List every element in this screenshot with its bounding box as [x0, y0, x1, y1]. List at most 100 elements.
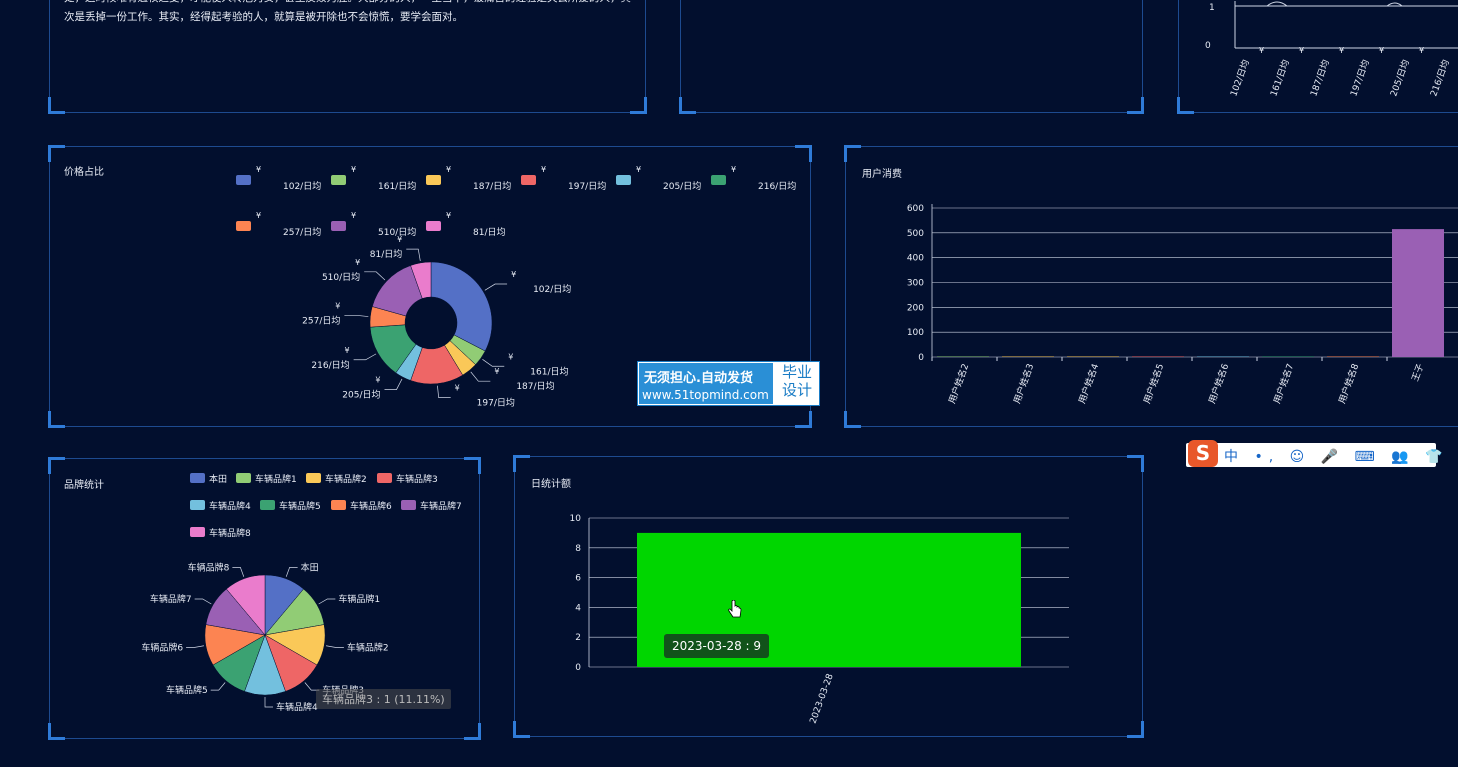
ime-toolbar[interactable]: S 中 •, ☺ 🎤 ⌨ 👥 👕 简 ▦: [1186, 440, 1458, 467]
slice-currency: ¥: [335, 301, 340, 310]
label-leader: [264, 697, 273, 708]
slice-label: 车辆品牌1: [338, 593, 380, 605]
slice-label: 205/日均: [342, 389, 380, 401]
legend-label: 车辆品牌3: [396, 473, 438, 485]
label-leader: [318, 598, 336, 605]
legend-swatch: [426, 175, 441, 185]
slice-currency: ¥: [511, 270, 516, 279]
legend-label: 车辆品牌6: [350, 500, 392, 512]
label-leader: [186, 645, 205, 648]
x-tick-label: 216/日均: [1427, 58, 1451, 98]
slice-label: 161/日均: [530, 365, 568, 377]
x-tick-currency: ¥: [1299, 46, 1304, 55]
label-leader: [482, 359, 505, 367]
legend-swatch: [190, 527, 205, 537]
legend-swatch: [331, 221, 346, 231]
y-tick-label: 400: [907, 254, 924, 264]
slice-label: 车辆品牌2: [347, 642, 389, 654]
legend-label: 车辆品牌2: [325, 473, 367, 485]
legend-swatch: [190, 500, 205, 510]
x-tick-label: 187/日均: [1307, 58, 1331, 98]
top-middle-panel: [679, 0, 1144, 114]
legend-swatch: [236, 221, 251, 231]
legend-label: 187/日均: [473, 180, 511, 192]
legend-label: 216/日均: [758, 180, 796, 192]
daily-tooltip: 2023-03-28 : 9: [664, 634, 770, 658]
slice-label: 257/日均: [302, 314, 340, 326]
y-tick-label: 4: [575, 603, 581, 613]
donut-slice: [430, 261, 493, 352]
label-leader: [232, 566, 245, 577]
x-tick-label: 用户姓名4: [1076, 362, 1102, 406]
watermark-banner[interactable]: 无须担心.自动发货 www.51topmind.com 毕业 设计: [637, 361, 820, 406]
legend-label: 81/日均: [473, 226, 506, 238]
slice-label: 187/日均: [516, 380, 554, 392]
legend-swatch: [377, 473, 392, 483]
top-right-panel: 1 0 102/日均 ¥161/日均 ¥187/日均 ¥197/日均 ¥205/日均 ¥2…: [1177, 0, 1458, 114]
x-tick-label: 用户姓名2: [946, 362, 972, 405]
legend-currency: ¥: [446, 211, 451, 220]
legend-currency: ¥: [731, 165, 736, 174]
legend-swatch: [711, 175, 726, 185]
slice-currency: ¥: [455, 384, 460, 393]
slice-currency: ¥: [355, 258, 360, 267]
watermark-left: 无须担心.自动发货 www.51topmind.com: [639, 363, 773, 404]
label-leader: [344, 314, 369, 317]
slice-label: 197/日均: [477, 397, 515, 409]
daily-bar-chart: 0 2 4 6 8 10 2023-03-28: [570, 514, 1069, 725]
watermark-line2: www.51topmind.com: [642, 388, 769, 402]
label-leader: [470, 371, 491, 382]
slice-label: 本田: [301, 561, 319, 573]
label-leader: [384, 378, 403, 390]
watermark-side2: 设计: [781, 381, 812, 399]
slice-label: 216/日均: [311, 359, 349, 371]
legend-swatch: [306, 473, 321, 483]
label-leader: [210, 682, 226, 691]
legend-currency: ¥: [256, 211, 261, 220]
slice-label: 车辆品牌5: [166, 684, 208, 696]
label-leader: [437, 385, 451, 398]
label-leader: [364, 271, 386, 281]
label-leader: [325, 645, 344, 648]
legend-label: 205/日均: [663, 180, 701, 192]
brand-panel: 品牌统计 本田 车辆品牌1 车辆品牌2 车辆品牌3 车辆品牌4 车辆品牌5 车辆品牌6 车辆品…: [48, 457, 481, 740]
watermark-line1: 无须担心.自动发货: [644, 371, 753, 386]
legend-swatch: [190, 473, 205, 483]
daily-panel: 日统计额 0 2 4 6 8 10 2023-03-28 2023-03-28 : 9: [513, 455, 1144, 738]
slice-label: 102/日均: [533, 283, 571, 295]
x-tick-label: 161/日均: [1267, 58, 1291, 98]
legend-currency: ¥: [351, 211, 356, 220]
legend-label: 车辆品牌8: [209, 527, 251, 539]
slice-currency: ¥: [397, 235, 402, 244]
intro-panel: 处，这时候唯有通权达变，才能使人转危为安，甚至反败为胜。大部分的人，一生当中，最…: [48, 0, 647, 114]
legend-label: 车辆品牌5: [279, 500, 321, 512]
slice-currency: ¥: [345, 346, 350, 355]
x-tick-label: 用户姓名5: [1141, 362, 1167, 405]
corner-decoration: [48, 97, 65, 114]
x-tick-label: 用户姓名8: [1336, 362, 1362, 406]
label-leader: [484, 283, 508, 291]
user-panel: 用户消费 0 100 200 300 400 500 600 用户姓名2 用户姓名3 用户姓名4 用…: [844, 145, 1458, 428]
ime-toolbar-items[interactable]: 中 •, ☺ 🎤 ⌨ 👥 👕 简 ▦: [1224, 446, 1458, 466]
y-tick-label: 500: [907, 229, 924, 239]
y-tick-label: 0: [918, 353, 924, 363]
watermark-side1: 毕业: [781, 363, 812, 381]
x-tick-label: 用户姓名3: [1011, 362, 1037, 405]
x-tick-label: 205/日均: [1387, 58, 1411, 98]
legend-label: 257/日均: [283, 226, 321, 238]
legend-swatch: [236, 175, 251, 185]
y-tick: 0: [1205, 41, 1211, 51]
slice-label: 车辆品牌4: [276, 701, 318, 713]
y-tick-label: 6: [575, 574, 581, 584]
legend-swatch: [401, 500, 416, 510]
user-bar-chart: 0 100 200 300 400 500 600 用户姓名2 用户姓名3 用户姓名4 用户姓名5 用…: [907, 204, 1458, 406]
y-tick-label: 8: [575, 544, 581, 554]
legend-currency: ¥: [256, 165, 261, 174]
slice-label: 510/日均: [322, 271, 360, 283]
label-leader: [285, 566, 298, 577]
bar: [1392, 229, 1444, 357]
ime-logo-icon[interactable]: S: [1188, 440, 1218, 467]
slice-currency: ¥: [494, 367, 499, 376]
x-tick-currency: ¥: [1259, 46, 1264, 55]
legend-label: 102/日均: [283, 180, 321, 192]
